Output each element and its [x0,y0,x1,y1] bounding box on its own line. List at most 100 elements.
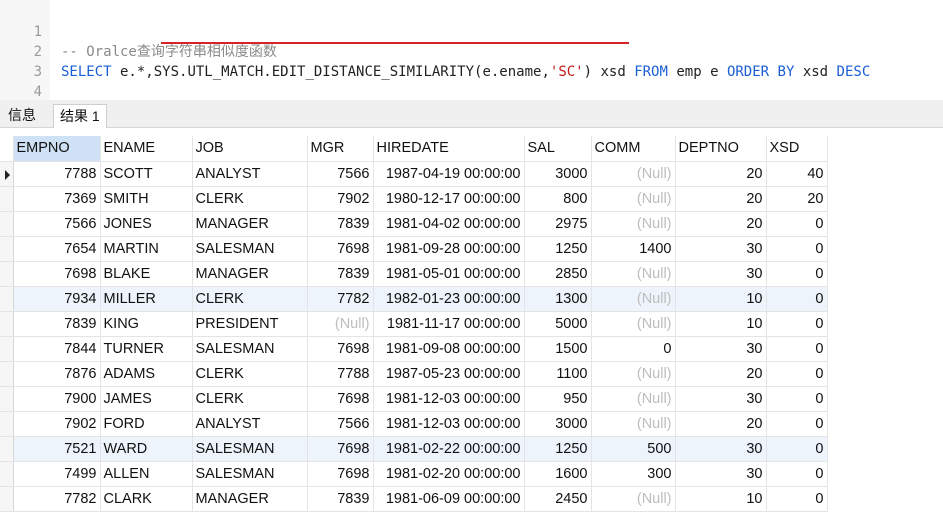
column-header-xsd[interactable]: XSD [766,136,828,162]
row-indicator[interactable] [0,336,14,362]
cell-xsd[interactable]: 0 [766,486,828,512]
cell-ename[interactable]: KING [100,311,193,337]
table-row[interactable]: 7902 FORD ANALYST 7566 1981-12-03 00:00:00 30… [0,411,828,437]
cell-deptno[interactable]: 10 [675,286,767,312]
cell-mgr[interactable]: 7698 [307,236,374,262]
cell-empno[interactable]: 7698 [13,261,101,287]
cell-ename[interactable]: FORD [100,411,193,437]
table-row[interactable]: 7900 JAMES CLERK 7698 1981-12-03 00:00:00 950… [0,386,828,412]
cell-xsd[interactable]: 20 [766,186,828,212]
row-indicator[interactable] [0,286,14,312]
cell-comm[interactable]: (Null) [591,486,676,512]
table-row[interactable]: 7521 WARD SALESMAN 7698 1981-02-22 00:00:00 1… [0,436,828,462]
cell-empno[interactable]: 7566 [13,211,101,237]
cell-sal[interactable]: 5000 [524,311,592,337]
table-row[interactable]: 7788 SCOTT ANALYST 7566 1987-04-19 00:00:00 3… [0,161,828,187]
cell-ename[interactable]: JONES [100,211,193,237]
cell-deptno[interactable]: 30 [675,336,767,362]
cell-hiredate[interactable]: 1981-06-09 00:00:00 [373,486,525,512]
cell-hiredate[interactable]: 1981-09-28 00:00:00 [373,236,525,262]
cell-mgr[interactable]: 7698 [307,461,374,487]
cell-hiredate[interactable]: 1987-05-23 00:00:00 [373,361,525,387]
cell-mgr[interactable]: 7566 [307,161,374,187]
cell-sal[interactable]: 1250 [524,436,592,462]
cell-sal[interactable]: 1500 [524,336,592,362]
cell-xsd[interactable]: 0 [766,336,828,362]
cell-hiredate[interactable]: 1982-01-23 00:00:00 [373,286,525,312]
table-row[interactable]: 7782 CLARK MANAGER 7839 1981-06-09 00:00:00 2… [0,486,828,512]
cell-job[interactable]: CLERK [192,386,308,412]
cell-deptno[interactable]: 20 [675,161,767,187]
cell-job[interactable]: MANAGER [192,486,308,512]
cell-xsd[interactable]: 0 [766,386,828,412]
cell-xsd[interactable]: 0 [766,286,828,312]
column-header-mgr[interactable]: MGR [307,136,374,162]
cell-mgr[interactable]: 7782 [307,286,374,312]
cell-sal[interactable]: 1100 [524,361,592,387]
editor-line-3[interactable]: 3 [0,42,60,80]
cell-mgr[interactable]: 7839 [307,211,374,237]
row-indicator[interactable] [0,236,14,262]
cell-deptno[interactable]: 20 [675,186,767,212]
cell-empno[interactable]: 7876 [13,361,101,387]
cell-job[interactable]: CLERK [192,186,308,212]
cell-sal[interactable]: 1300 [524,286,592,312]
cell-job[interactable]: SALESMAN [192,461,308,487]
cell-comm[interactable]: (Null) [591,161,676,187]
cell-mgr[interactable]: 7698 [307,436,374,462]
table-row[interactable]: 7844 TURNER SALESMAN 7698 1981-09-08 00:00:0… [0,336,828,362]
cell-ename[interactable]: TURNER [100,336,193,362]
cell-xsd[interactable]: 0 [766,361,828,387]
cell-sal[interactable]: 1600 [524,461,592,487]
cell-comm[interactable]: 0 [591,336,676,362]
table-row[interactable]: 7876 ADAMS CLERK 7788 1987-05-23 00:00:00 110… [0,361,828,387]
cell-mgr[interactable]: 7566 [307,411,374,437]
table-row[interactable]: 7839 KING PRESIDENT (Null) 1981-11-17 00:00:… [0,311,828,337]
row-indicator[interactable] [0,411,14,437]
cell-ename[interactable]: SCOTT [100,161,193,187]
cell-job[interactable]: SALESMAN [192,236,308,262]
cell-xsd[interactable]: 0 [766,461,828,487]
cell-empno[interactable]: 7788 [13,161,101,187]
table-row[interactable]: 7566 JONES MANAGER 7839 1981-04-02 00:00:00 2… [0,211,828,237]
row-indicator[interactable] [0,436,14,462]
cell-ename[interactable]: CLARK [100,486,193,512]
column-header-sal[interactable]: SAL [524,136,592,162]
cell-job[interactable]: MANAGER [192,211,308,237]
cell-empno[interactable]: 7839 [13,311,101,337]
cell-mgr[interactable]: 7788 [307,361,374,387]
table-row[interactable]: 7934 MILLER CLERK 7782 1982-01-23 00:00:00 13… [0,286,828,312]
cell-deptno[interactable]: 30 [675,461,767,487]
row-indicator[interactable] [0,311,14,337]
row-indicator[interactable] [0,211,14,237]
cell-comm[interactable]: (Null) [591,186,676,212]
cell-empno[interactable]: 7782 [13,486,101,512]
cell-xsd[interactable]: 0 [766,261,828,287]
cell-job[interactable]: CLERK [192,361,308,387]
result-grid[interactable]: EMPNO ENAME JOB MGR HIREDATE SAL COMM DEPTNO XSD… [0,136,828,512]
cell-job[interactable]: PRESIDENT [192,311,308,337]
cell-comm[interactable]: (Null) [591,261,676,287]
cell-hiredate[interactable]: 1981-05-01 00:00:00 [373,261,525,287]
cell-empno[interactable]: 7844 [13,336,101,362]
cell-empno[interactable]: 7902 [13,411,101,437]
cell-ename[interactable]: SMITH [100,186,193,212]
column-header-empno[interactable]: EMPNO [13,136,101,162]
cell-comm[interactable]: (Null) [591,386,676,412]
cell-comm[interactable]: 500 [591,436,676,462]
cell-deptno[interactable]: 10 [675,311,767,337]
cell-xsd[interactable]: 0 [766,436,828,462]
cell-deptno[interactable]: 30 [675,236,767,262]
cell-sal[interactable]: 3000 [524,411,592,437]
cell-xsd[interactable]: 0 [766,236,828,262]
cell-ename[interactable]: JAMES [100,386,193,412]
cell-sal[interactable]: 800 [524,186,592,212]
cell-hiredate[interactable]: 1980-12-17 00:00:00 [373,186,525,212]
cell-xsd[interactable]: 0 [766,311,828,337]
cell-hiredate[interactable]: 1981-02-20 00:00:00 [373,461,525,487]
cell-empno[interactable]: 7654 [13,236,101,262]
tab-info[interactable]: 信息 [2,104,42,128]
row-indicator[interactable] [0,486,14,512]
cell-job[interactable]: SALESMAN [192,336,308,362]
sql-editor[interactable]: 1 -- Oralce查询字符串相似度函数 2 SELECT e.*,SYS.U… [0,0,943,120]
